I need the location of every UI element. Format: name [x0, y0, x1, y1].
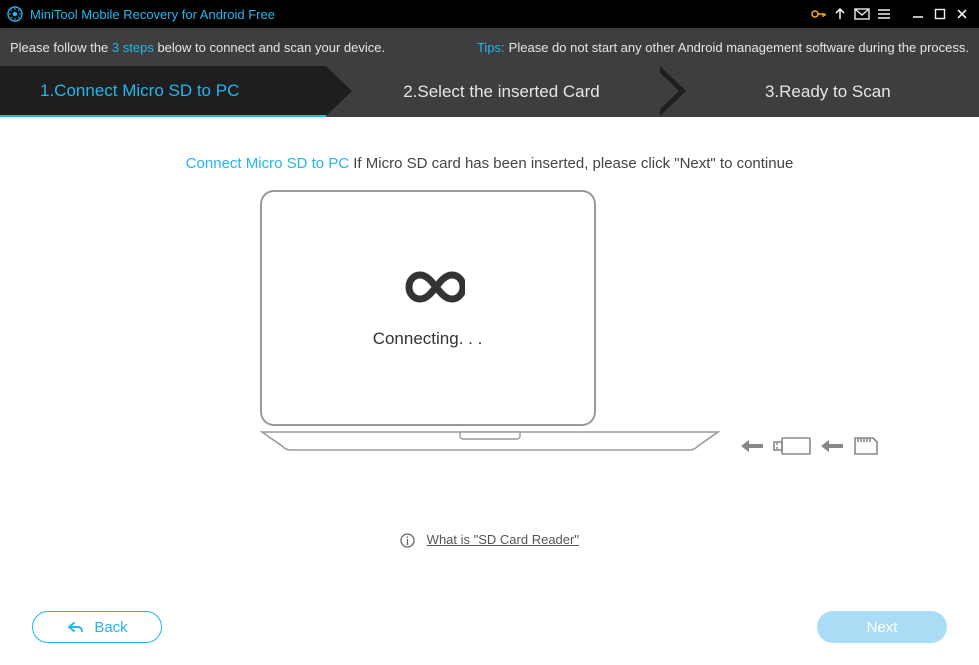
back-button-label: Back: [94, 619, 127, 636]
instruction-highlight: Connect Micro SD to PC: [186, 155, 349, 172]
minimize-button[interactable]: [907, 3, 929, 25]
upload-icon[interactable]: [829, 3, 851, 25]
back-arrow-icon: [66, 621, 84, 633]
sd-card-icon: [853, 436, 879, 461]
next-button: Next: [817, 611, 947, 643]
help-row: What is "SD Card Reader": [0, 532, 979, 548]
laptop-illustration: Connecting. . .: [260, 190, 720, 450]
menu-icon[interactable]: [873, 3, 895, 25]
button-row: Back Next: [0, 611, 979, 643]
device-flow-icons: [741, 436, 879, 461]
illustration-stage: Connecting. . .: [0, 190, 979, 490]
step-1[interactable]: 1.Connect Micro SD to PC: [0, 66, 326, 117]
info-bar: Please follow the 3 steps below to conne…: [0, 28, 979, 66]
tips-text: Please do not start any other Android ma…: [509, 40, 969, 55]
maximize-button[interactable]: [929, 3, 951, 25]
arrow-left-icon-2: [821, 439, 843, 458]
step-3[interactable]: 3.Ready to Scan: [653, 66, 979, 117]
instruction-text: Connect Micro SD to PC If Micro SD card …: [0, 155, 979, 172]
info-icon: [400, 533, 415, 548]
main-area: Connect Micro SD to PC If Micro SD card …: [0, 155, 979, 665]
arrow-left-icon: [741, 439, 763, 458]
info-left-pre: Please follow the: [10, 40, 112, 55]
step-1-label: 1.Connect Micro SD to PC: [0, 81, 239, 101]
usb-reader-icon: [773, 436, 811, 461]
step-3-label: 3.Ready to Scan: [741, 82, 891, 102]
key-icon[interactable]: [807, 3, 829, 25]
tips-label: Tips:: [477, 40, 505, 55]
status-text: Connecting. . .: [373, 329, 483, 349]
app-logo-icon: [6, 5, 24, 23]
close-button[interactable]: [951, 3, 973, 25]
step-bar: 1.Connect Micro SD to PC 2.Select the in…: [0, 66, 979, 117]
titlebar: MiniTool Mobile Recovery for Android Fre…: [0, 0, 979, 28]
info-left-post: below to connect and scan your device.: [154, 40, 385, 55]
instruction-rest: If Micro SD card has been inserted, plea…: [349, 155, 793, 172]
infinity-icon: [391, 268, 465, 311]
next-button-label: Next: [867, 619, 898, 636]
info-right: Tips: Please do not start any other Andro…: [477, 40, 969, 55]
app-title: MiniTool Mobile Recovery for Android Fre…: [30, 7, 275, 22]
back-button[interactable]: Back: [32, 611, 162, 643]
info-left: Please follow the 3 steps below to conne…: [10, 40, 385, 55]
laptop-base: [260, 430, 720, 450]
step-2-label: 2.Select the inserted Card: [379, 82, 600, 102]
mail-icon[interactable]: [851, 3, 873, 25]
info-left-hl: 3 steps: [112, 40, 154, 55]
laptop-screen: Connecting. . .: [260, 190, 596, 426]
step-2[interactable]: 2.Select the inserted Card: [326, 66, 652, 117]
help-link[interactable]: What is "SD Card Reader": [427, 532, 579, 547]
